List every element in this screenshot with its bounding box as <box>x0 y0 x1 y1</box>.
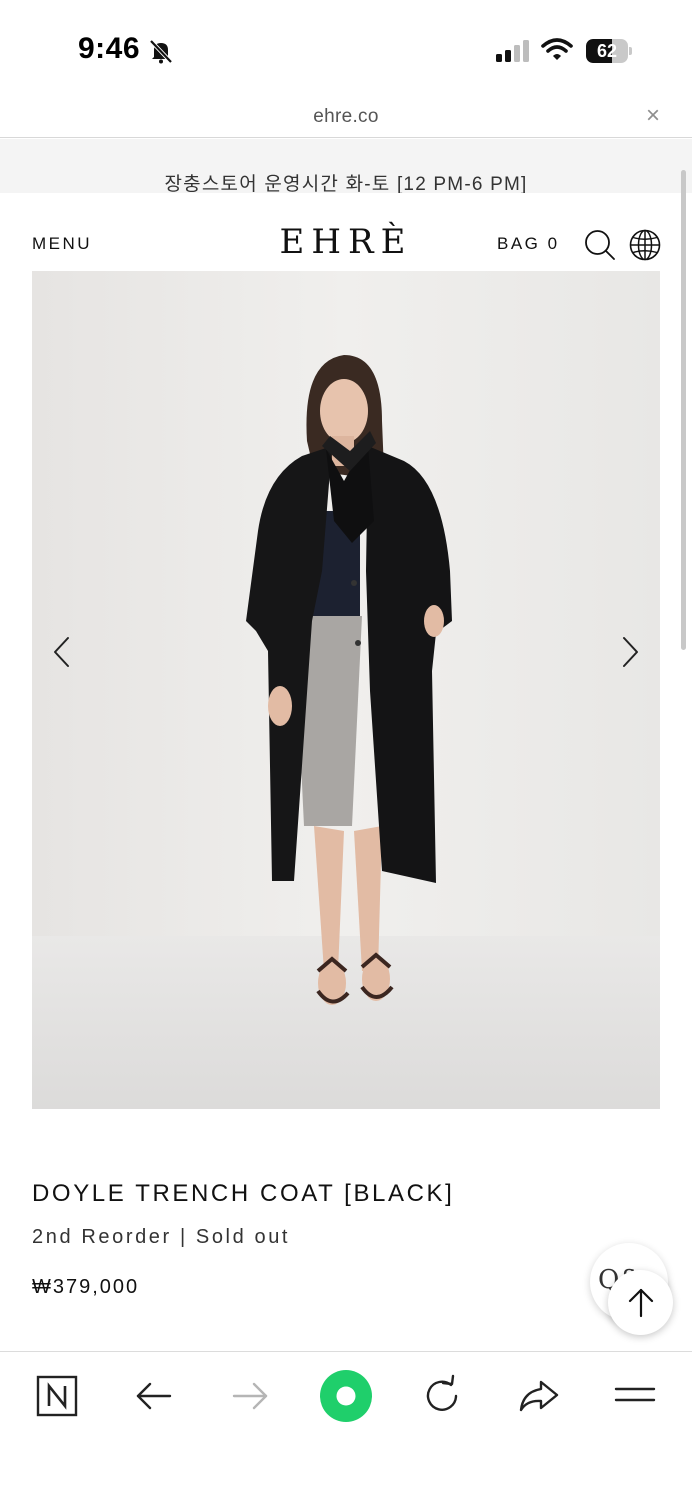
forward-arrow-icon <box>232 1382 268 1410</box>
status-time: 9:46 <box>78 32 141 65</box>
green-dot-icon <box>320 1370 372 1422</box>
hamburger-icon <box>614 1387 656 1402</box>
back-arrow-icon <box>136 1382 172 1410</box>
menu-toolbar-button[interactable] <box>611 1372 659 1420</box>
search-icon[interactable] <box>584 229 616 261</box>
arrow-up-icon <box>628 1288 654 1318</box>
signal-icon <box>496 40 529 62</box>
announcement-text: 장충스토어 운영시간 화-토 [12 PM-6 PM] <box>164 174 528 195</box>
globe-icon[interactable] <box>629 229 661 261</box>
naver-icon <box>36 1375 78 1417</box>
product-image[interactable] <box>32 271 660 1109</box>
product-status: 2nd Reorder | Sold out <box>32 1226 291 1248</box>
reload-button[interactable] <box>418 1372 466 1420</box>
product-title: DOYLE TRENCH COAT [BLACK] <box>32 1180 455 1207</box>
product-price: ₩379,000 <box>32 1276 140 1298</box>
forward-button[interactable] <box>226 1372 274 1420</box>
reload-icon <box>426 1374 458 1411</box>
scroll-to-top-button[interactable] <box>608 1270 673 1335</box>
back-button[interactable] <box>130 1372 178 1420</box>
url-bar[interactable]: ehre.co × <box>0 100 692 138</box>
battery-indicator: 62 <box>586 39 632 63</box>
bell-slash-icon <box>149 39 173 64</box>
home-dot-button[interactable] <box>318 1368 374 1424</box>
scrollbar[interactable] <box>681 170 686 650</box>
battery-percent: 62 <box>596 41 618 61</box>
url-text[interactable]: ehre.co <box>0 106 692 128</box>
naver-button[interactable] <box>33 1372 81 1420</box>
bag-button[interactable]: BAG 0 <box>497 234 560 254</box>
wifi-icon <box>541 38 573 60</box>
chevron-right-icon[interactable] <box>618 632 642 672</box>
chevron-left-icon[interactable] <box>50 632 74 672</box>
share-icon <box>519 1380 559 1412</box>
share-button[interactable] <box>515 1372 563 1420</box>
status-bar: 9:46 62 <box>0 0 692 100</box>
close-icon[interactable]: × <box>646 104 660 128</box>
